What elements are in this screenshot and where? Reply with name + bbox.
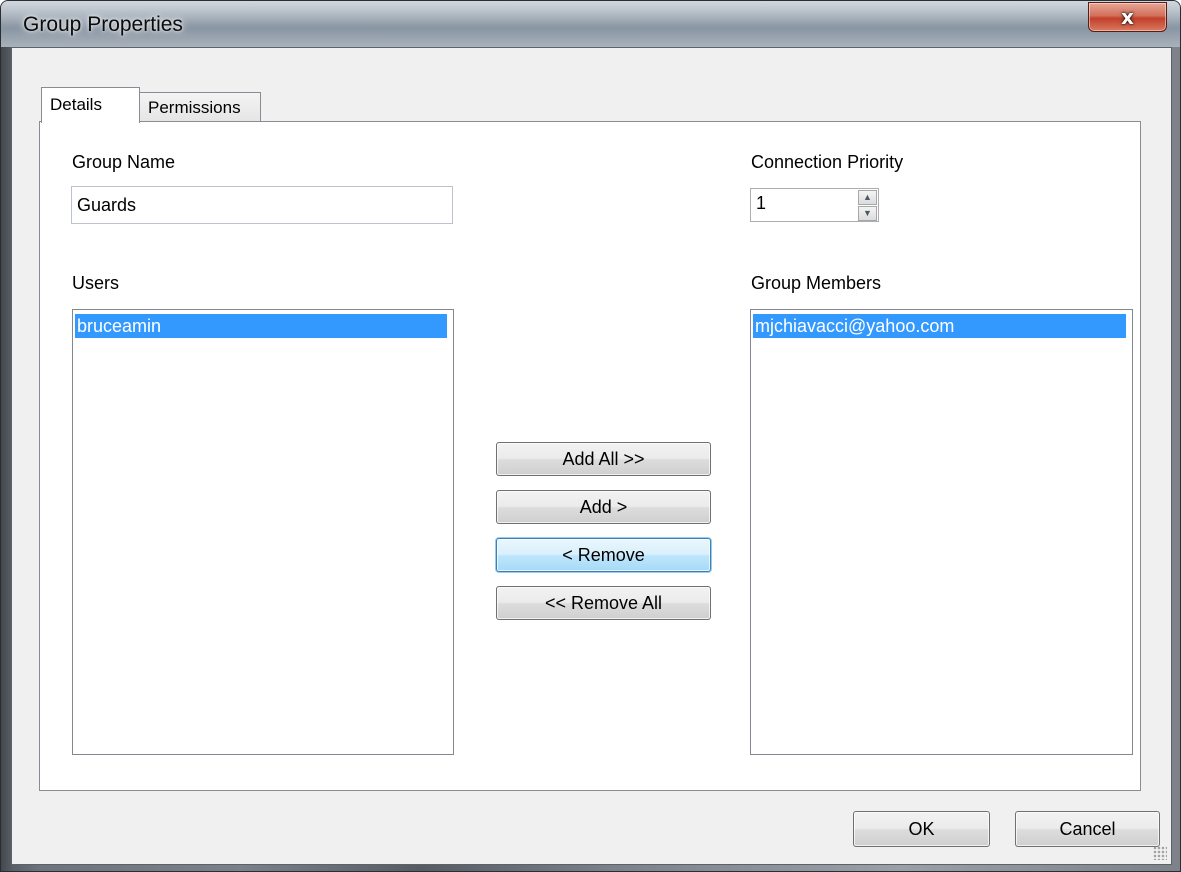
dialog-window: Group Properties x Permissions Details G… <box>0 0 1181 872</box>
arrow-down-icon[interactable]: ▼ <box>858 206 877 221</box>
client-area: Permissions Details Group Name Connectio… <box>11 47 1172 865</box>
group-members-list[interactable]: mjchiavacci@yahoo.com <box>750 309 1133 755</box>
window-title: Group Properties <box>23 13 183 36</box>
add-button[interactable]: Add > <box>496 490 711 524</box>
stepper-buttons: ▲ ▼ <box>858 190 877 221</box>
group-name-label: Group Name <box>72 152 176 172</box>
resize-grip-icon[interactable] <box>1153 846 1167 860</box>
users-list[interactable]: bruceamin <box>72 309 454 755</box>
connection-priority-value: 1 <box>756 193 767 213</box>
title-bar[interactable]: Group Properties x <box>1 1 1180 47</box>
add-all-button[interactable]: Add All >> <box>496 442 711 476</box>
remove-button[interactable]: < Remove <box>496 538 711 572</box>
connection-priority-stepper[interactable]: 1 ▲ ▼ <box>750 188 879 222</box>
connection-priority-label: Connection Priority <box>751 152 904 172</box>
tab-permissions[interactable]: Permissions <box>139 92 261 123</box>
cancel-button[interactable]: Cancel <box>1015 811 1160 847</box>
details-tab-panel: Group Name Connection Priority 1 ▲ ▼ Use… <box>39 121 1141 791</box>
tab-details-label: Details <box>50 95 102 114</box>
ok-button[interactable]: OK <box>853 811 990 847</box>
arrow-up-icon[interactable]: ▲ <box>858 190 877 205</box>
close-button[interactable]: x <box>1088 2 1167 32</box>
list-item[interactable]: mjchiavacci@yahoo.com <box>753 314 1126 338</box>
remove-all-button[interactable]: << Remove All <box>496 586 711 620</box>
close-icon: x <box>1121 5 1134 29</box>
group-name-input[interactable] <box>71 186 453 224</box>
list-item[interactable]: bruceamin <box>75 314 447 338</box>
tab-permissions-label: Permissions <box>148 98 241 117</box>
users-label: Users <box>72 273 120 293</box>
group-members-label: Group Members <box>751 273 882 293</box>
tab-details[interactable]: Details <box>41 87 140 123</box>
